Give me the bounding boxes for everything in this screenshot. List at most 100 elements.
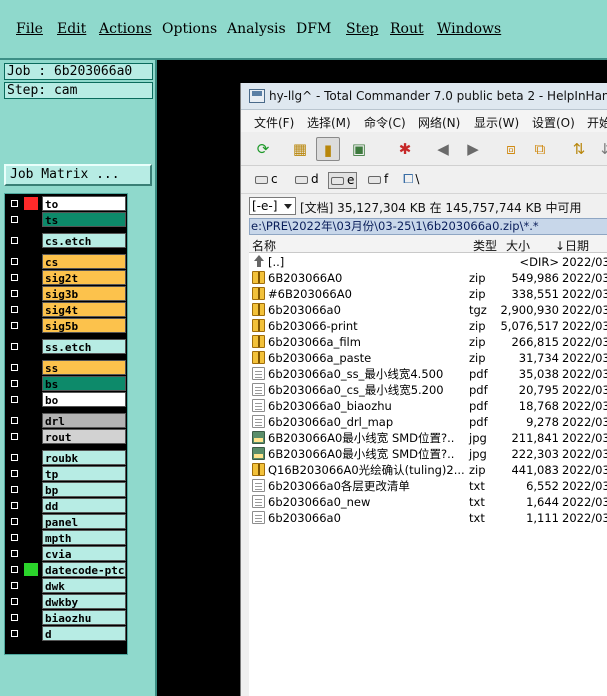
layer-name[interactable]: panel	[42, 514, 126, 529]
layer-checkbox[interactable]	[10, 581, 19, 590]
invert-selection-icon[interactable]: ✱	[393, 137, 417, 161]
layer-name[interactable]: sig2t	[42, 270, 126, 285]
layer-row[interactable]: ts	[7, 212, 126, 227]
tc-menu-commands[interactable]: 命令(C)	[364, 114, 406, 131]
tc-menu-show[interactable]: 显示(W)	[474, 114, 519, 131]
layer-row[interactable]: d	[7, 626, 126, 641]
menu-actions[interactable]: Actions	[99, 21, 152, 37]
layer-row[interactable]: ss.etch	[7, 339, 126, 354]
layer-name[interactable]: ss	[42, 360, 126, 375]
thumbnail-view-icon[interactable]: ▣	[347, 137, 371, 161]
layer-row[interactable]: cs	[7, 254, 126, 269]
menu-edit[interactable]: Edit	[57, 21, 86, 37]
file-row[interactable]: 6b203066a0_ss_最小线宽4.500 pdf 35,0382022/03/	[249, 366, 607, 382]
layer-row[interactable]: sig2t	[7, 270, 126, 285]
layer-color-swatch[interactable]	[24, 197, 38, 210]
layer-row[interactable]: sig5b	[7, 318, 126, 333]
layer-row[interactable]: cvia	[7, 546, 126, 561]
drive-e-button[interactable]: e	[328, 172, 358, 189]
file-row[interactable]: 6b203066a_film zip 266,8152022/03/	[249, 334, 607, 350]
file-row[interactable]: 6b203066a0_biaozhu pdf 18,7682022/03/	[249, 398, 607, 414]
layer-row[interactable]: roubk	[7, 450, 126, 465]
title-bar[interactable]: hy-llg^ - Total Commander 7.0 public bet…	[241, 83, 607, 110]
file-row[interactable]: 6b203066a0各层更改清单 txt 6,5522022/03/	[249, 478, 607, 494]
menu-file[interactable]: File	[16, 21, 43, 37]
forward-icon[interactable]: ▶	[461, 137, 485, 161]
layer-name[interactable]: dd	[42, 498, 126, 513]
tc-menu-select[interactable]: 选择(M)	[307, 114, 351, 131]
layer-row[interactable]: ss	[7, 360, 126, 375]
layer-row[interactable]: drl	[7, 413, 126, 428]
layer-checkbox[interactable]	[10, 363, 19, 372]
layer-checkbox[interactable]	[10, 395, 19, 404]
layer-checkbox[interactable]	[10, 273, 19, 282]
layer-row[interactable]: sig4t	[7, 302, 126, 317]
file-row[interactable]: 6b203066-print zip 5,076,5172022/03/	[249, 318, 607, 334]
layer-checkbox[interactable]	[10, 257, 19, 266]
layer-checkbox[interactable]	[10, 549, 19, 558]
layer-row[interactable]: datecode-ptc	[7, 562, 126, 577]
layer-checkbox[interactable]	[10, 501, 19, 510]
layer-name[interactable]: ts	[42, 212, 126, 227]
drive-f-button[interactable]: f	[368, 172, 388, 189]
layer-name[interactable]: dwkby	[42, 594, 126, 609]
layer-row[interactable]: sig3b	[7, 286, 126, 301]
layer-row[interactable]: dwk	[7, 578, 126, 593]
col-ext-header[interactable]: 类型	[473, 237, 497, 254]
layer-checkbox[interactable]	[10, 305, 19, 314]
tc-menu-file[interactable]: 文件(F)	[254, 114, 294, 131]
layer-checkbox[interactable]	[10, 199, 19, 208]
layer-checkbox[interactable]	[10, 533, 19, 542]
file-row[interactable]: #6B203066A0 zip 338,5512022/03/	[249, 286, 607, 302]
menu-step[interactable]: Step	[346, 21, 378, 37]
file-row[interactable]: Q16B203066A0光绘确认(tuling)2... zip 441,083 20…	[249, 462, 607, 478]
layer-name[interactable]: sig3b	[42, 286, 126, 301]
drive-select[interactable]: [-e-]	[249, 197, 296, 215]
layer-name[interactable]: ss.etch	[42, 339, 126, 354]
layer-checkbox[interactable]	[10, 517, 19, 526]
file-row[interactable]: 6B203066A0 zip 549,9862022/03/	[249, 270, 607, 286]
layer-name[interactable]: bp	[42, 482, 126, 497]
menu-options[interactable]: Options	[162, 21, 217, 37]
back-icon[interactable]: ◀	[431, 137, 455, 161]
layer-name[interactable]: sig5b	[42, 318, 126, 333]
layer-name[interactable]: to	[42, 196, 126, 211]
menu-rout[interactable]: Rout	[390, 21, 424, 37]
file-row[interactable]: 6b203066a0_drl_map pdf 9,2782022/03/	[249, 414, 607, 430]
ftp-connect-icon[interactable]: ⇅	[567, 137, 591, 161]
layer-checkbox[interactable]	[10, 432, 19, 441]
layer-checkbox[interactable]	[10, 289, 19, 298]
job-matrix-button[interactable]: Job Matrix ...	[4, 164, 152, 186]
layer-color-swatch[interactable]	[24, 563, 38, 576]
layer-name[interactable]: d	[42, 626, 126, 641]
tc-menu-start[interactable]: 开始	[587, 114, 607, 131]
col-name-header[interactable]: 名称	[252, 237, 276, 254]
menu-windows[interactable]: Windows	[437, 21, 501, 37]
layer-checkbox[interactable]	[10, 565, 19, 574]
file-row[interactable]: 6b203066a_paste zip 31,7342022/03/	[249, 350, 607, 366]
layer-name[interactable]: mpth	[42, 530, 126, 545]
layer-name[interactable]: sig4t	[42, 302, 126, 317]
layer-row[interactable]: to	[7, 196, 126, 211]
drive-c-button[interactable]: c	[255, 172, 278, 189]
layer-row[interactable]: biaozhu	[7, 610, 126, 625]
layer-row[interactable]: bs	[7, 376, 126, 391]
layer-checkbox[interactable]	[10, 469, 19, 478]
layer-name[interactable]: bs	[42, 376, 126, 391]
layer-name[interactable]: cvia	[42, 546, 126, 561]
layer-checkbox[interactable]	[10, 236, 19, 245]
layer-name[interactable]: dwk	[42, 578, 126, 593]
brief-view-icon[interactable]: ▦	[288, 137, 312, 161]
network-drive-button[interactable]: ⧠ \	[403, 172, 419, 189]
layer-row[interactable]: panel	[7, 514, 126, 529]
layer-row[interactable]: tp	[7, 466, 126, 481]
unpack-icon[interactable]: ⧉	[528, 137, 552, 161]
col-date-header[interactable]: ↓日期	[555, 237, 589, 254]
file-row[interactable]: 6b203066a0 tgz 2,900,9302022/03/	[249, 302, 607, 318]
current-path[interactable]: e:\PRE\2022年\03月份\03-25\1\6b203066a0.zip…	[249, 218, 607, 235]
file-row[interactable]: 6b203066a0_cs_最小线宽5.200 pdf 20,7952022/03/	[249, 382, 607, 398]
layer-checkbox[interactable]	[10, 597, 19, 606]
file-row[interactable]: 6B203066A0最小线宽 SMD位置?.. jpg 222,303 2022/03…	[249, 446, 607, 462]
file-row[interactable]: [..] <DIR>2022/03/	[249, 254, 607, 270]
menu-dfm[interactable]: DFM	[296, 21, 331, 37]
